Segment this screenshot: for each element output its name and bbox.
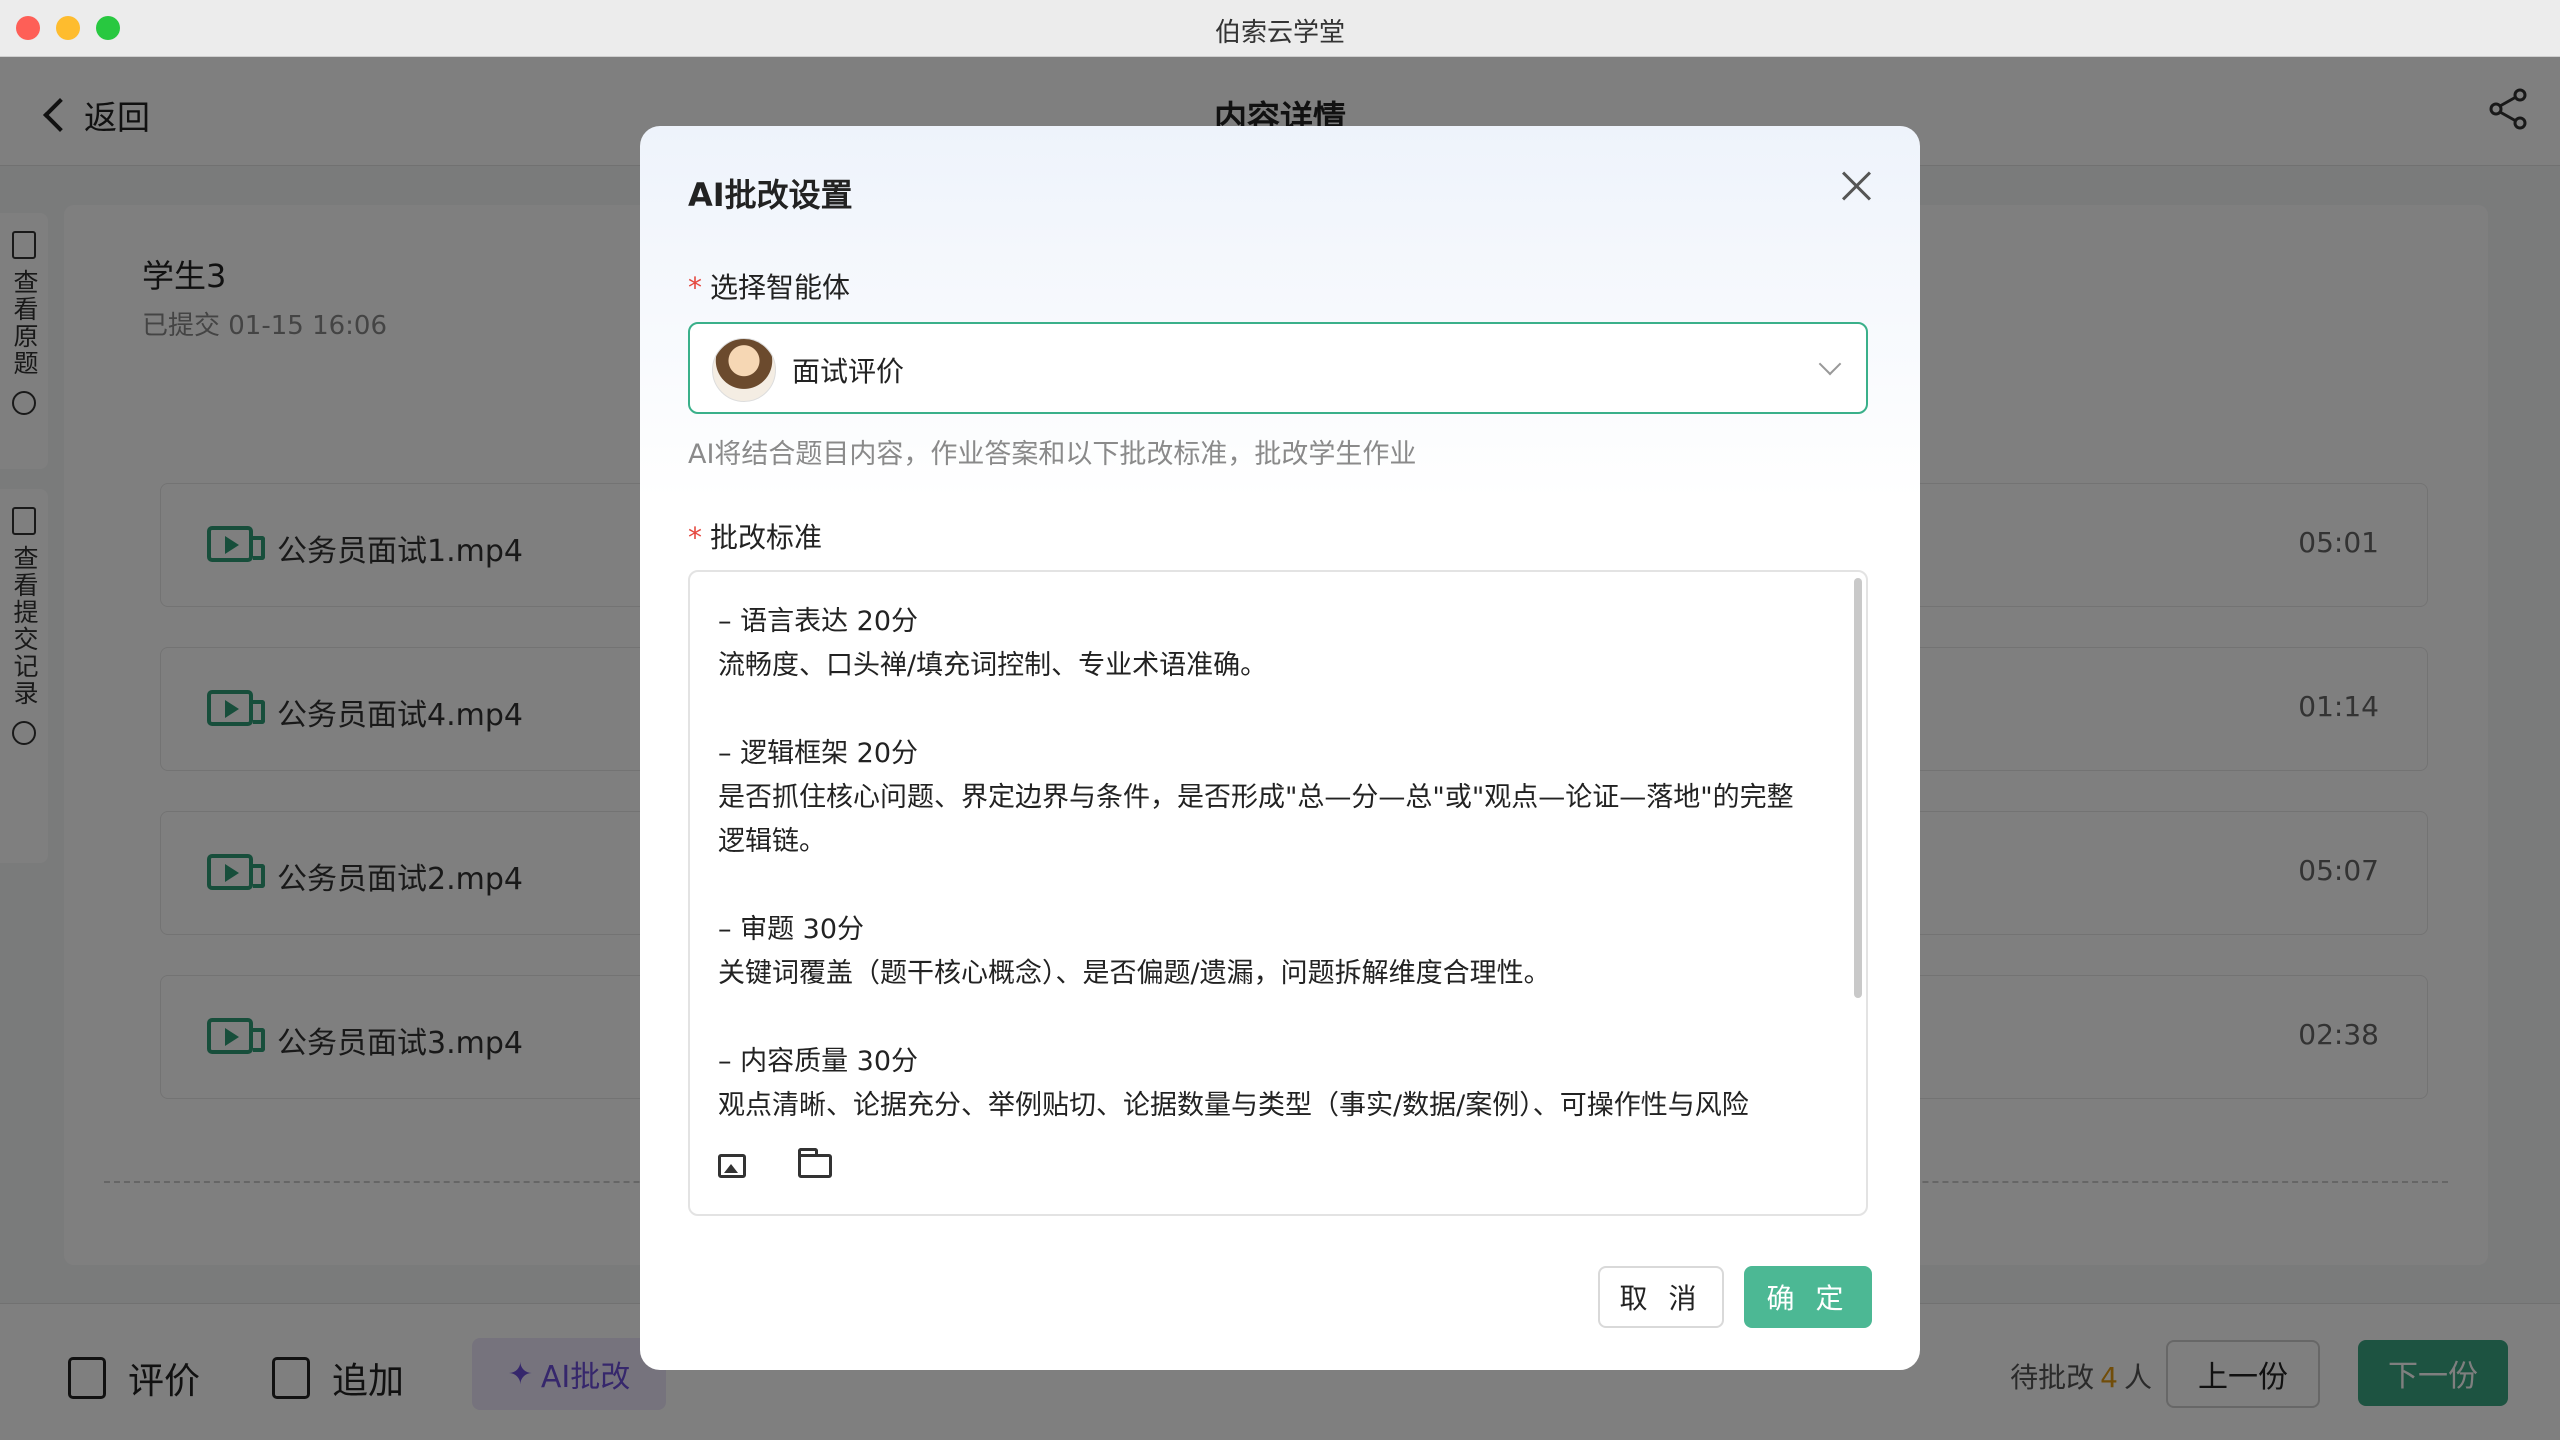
agent-label: * 选择智能体 <box>688 266 850 306</box>
agent-label-text: 选择智能体 <box>710 271 851 304</box>
criteria-label-text: 批改标准 <box>710 521 823 554</box>
criteria-line: 逻辑链。 <box>718 826 826 857</box>
folder-icon[interactable] <box>798 1148 832 1178</box>
ai-grading-settings-dialog: AI批改设置 * 选择智能体 面试评价 AI将结合题目内容，作业答案和以下批改标准… <box>640 126 1920 1370</box>
criteria-text[interactable]: – 语言表达 20分流畅度、口头禅/填充词控制、专业术语准确。 – 逻辑框架 20… <box>718 600 1828 1122</box>
agent-hint: AI将结合题目内容，作业答案和以下批改标准，批改学生作业 <box>688 439 1417 470</box>
criteria-line: – 逻辑框架 20分 <box>718 738 919 769</box>
required-mark: * <box>688 271 702 304</box>
window-titlebar: 伯索云学堂 <box>0 0 2560 57</box>
confirm-button[interactable]: 确 定 <box>1744 1266 1872 1328</box>
editor-scrollbar[interactable] <box>1854 578 1862 998</box>
criteria-line <box>718 864 1828 908</box>
window-title: 伯索云学堂 <box>1214 18 1345 48</box>
cancel-button[interactable]: 取 消 <box>1598 1266 1724 1328</box>
criteria-line: – 审题 30分 <box>718 914 865 945</box>
image-icon[interactable] <box>718 1154 746 1178</box>
criteria-line <box>718 688 1828 732</box>
close-icon[interactable] <box>1840 170 1872 202</box>
chevron-down-icon <box>1818 352 1842 376</box>
required-mark: * <box>688 521 702 554</box>
criteria-line: 观点清晰、论据充分、举例贴切、论据数量与类型（事实/数据/案例）、可操作性与风险 <box>718 1090 1749 1121</box>
criteria-line: 关键词覆盖（题干核心概念）、是否偏题/遗漏，问题拆解维度合理性。 <box>718 958 1551 989</box>
dialog-title: AI批改设置 <box>688 176 853 214</box>
criteria-editor[interactable]: – 语言表达 20分流畅度、口头禅/填充词控制、专业术语准确。 – 逻辑框架 20… <box>688 570 1868 1216</box>
agent-avatar <box>712 338 776 402</box>
criteria-line <box>718 996 1828 1040</box>
agent-selected-value: 面试评价 <box>792 355 905 388</box>
criteria-line: 流畅度、口头禅/填充词控制、专业术语准确。 <box>718 650 1268 681</box>
criteria-line: 是否抓住核心问题、界定边界与条件，是否形成"总—分—总"或"观点—论证—落地"的… <box>718 782 1794 813</box>
criteria-line: – 内容质量 30分 <box>718 1046 919 1077</box>
criteria-line: – 语言表达 20分 <box>718 606 919 637</box>
criteria-label: * 批改标准 <box>688 516 822 556</box>
agent-select[interactable]: 面试评价 <box>688 322 1868 414</box>
